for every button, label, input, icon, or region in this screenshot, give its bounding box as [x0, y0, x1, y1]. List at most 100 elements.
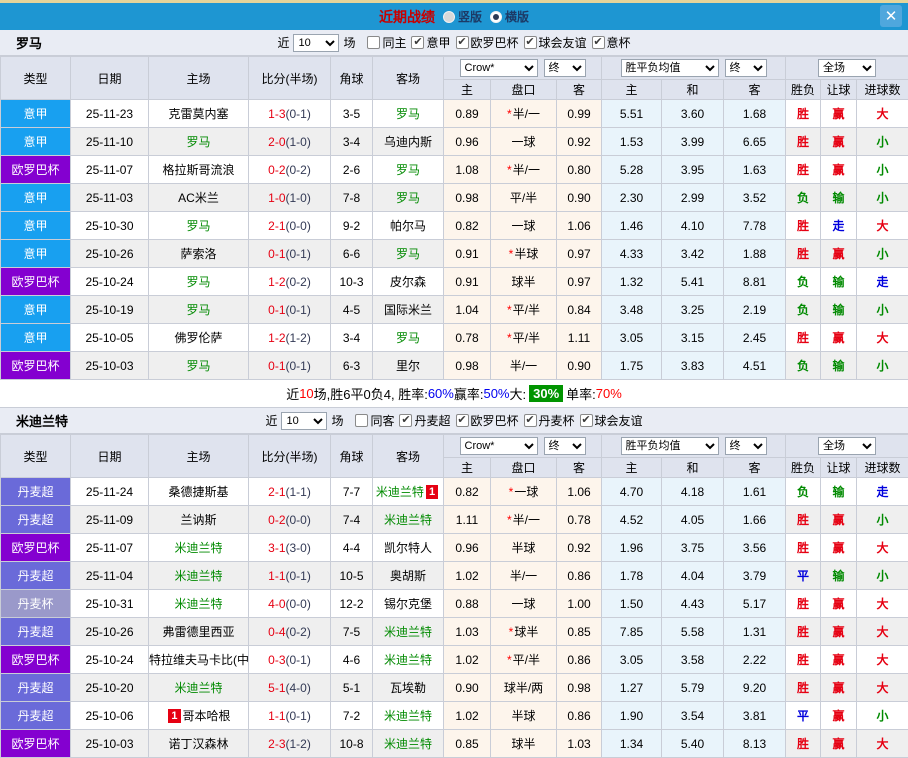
away-odds-cell: 1.06: [557, 212, 602, 240]
match-date-cell: 25-10-19: [71, 296, 149, 324]
league-filter-checkbox[interactable]: ✔欧罗巴杯: [456, 34, 519, 51]
league-type-cell: 意甲: [1, 240, 71, 268]
league-type-cell: 意甲: [1, 324, 71, 352]
handicap-cell: *平/半: [491, 324, 557, 352]
handicap-cell: 球半: [491, 268, 557, 296]
away-odds-cell: 0.97: [557, 268, 602, 296]
away-odds-cell: 1.11: [557, 324, 602, 352]
home-team-cell: 兰讷斯: [149, 506, 249, 534]
avg-type-select[interactable]: 胜平负均值: [621, 59, 719, 77]
home-odds-cell: 0.89: [444, 100, 491, 128]
match-count-select[interactable]: 10: [281, 412, 327, 430]
league-filter-checkbox[interactable]: ✔球会友谊: [580, 412, 643, 429]
let-ball-cell: 赢: [821, 506, 857, 534]
avg-draw-cell: 5.41: [662, 268, 724, 296]
league-filter-checkbox[interactable]: 同主: [367, 34, 406, 51]
away-odds-cell: 0.92: [557, 534, 602, 562]
corners-cell: 4-6: [331, 646, 373, 674]
avg-draw-cell: 4.05: [662, 506, 724, 534]
away-team-cell: 帕尔马: [373, 212, 444, 240]
col-avg-away: 客: [724, 80, 786, 100]
home-team-cell: 弗雷德里西亚: [149, 618, 249, 646]
results-table: 类型日期主场比分(半场)角球客场Crow*终胜平负均值终全场主盘口客主和客胜负让…: [0, 56, 908, 380]
halftime-score: (0-2): [286, 163, 311, 177]
odds-company-select[interactable]: Crow*: [460, 437, 538, 455]
col-result: 胜负: [786, 80, 821, 100]
away-odds-cell: 0.90: [557, 184, 602, 212]
away-team-cell: 罗马: [373, 184, 444, 212]
odds-company-select[interactable]: Crow*: [460, 59, 538, 77]
match-count-select[interactable]: 10: [293, 34, 339, 52]
team-name: 罗马: [16, 33, 42, 52]
checkbox-checked-icon: ✔: [411, 36, 424, 49]
rank-badge: 1: [168, 709, 180, 723]
col-avg-away: 客: [724, 458, 786, 478]
col-odds-away: 客: [557, 458, 602, 478]
match-date-cell: 25-10-26: [71, 618, 149, 646]
league-filter-label: 同客: [370, 412, 394, 429]
close-button[interactable]: ✕: [880, 5, 902, 27]
checkbox-checked-icon: ✔: [524, 414, 537, 427]
avg-home-cell: 1.32: [602, 268, 662, 296]
summary-part: 赢率:: [454, 384, 484, 403]
league-filter-checkbox[interactable]: ✔丹麦杯: [524, 412, 575, 429]
handicap-cell: *平/半: [491, 646, 557, 674]
score-cell: 2-0(1-0): [249, 128, 331, 156]
handicap-text: 平/半: [513, 303, 540, 317]
scope-select[interactable]: 全场: [818, 437, 876, 455]
league-filter-checkbox[interactable]: ✔球会友谊: [524, 34, 587, 51]
fulltime-score: 1-1: [268, 569, 285, 583]
avg-home-cell: 1.46: [602, 212, 662, 240]
handicap-text: 球半: [511, 737, 535, 751]
handicap-text: 球半/两: [504, 681, 543, 695]
handicap-star: *: [509, 485, 514, 499]
avg-state-select[interactable]: 终: [725, 437, 767, 455]
corners-cell: 6-6: [331, 240, 373, 268]
goals-cell: 大: [857, 100, 908, 128]
away-team-name: 锡尔克堡: [384, 597, 432, 611]
league-filter-checkbox[interactable]: ✔意甲: [411, 34, 450, 51]
home-odds-cell: 0.90: [444, 674, 491, 702]
league-filter-checkbox[interactable]: ✔意杯: [592, 34, 631, 51]
avg-state-select[interactable]: 终: [725, 59, 767, 77]
league-type-cell: 欧罗巴杯: [1, 534, 71, 562]
avg-type-select[interactable]: 胜平负均值: [621, 437, 719, 455]
away-odds-cell: 1.00: [557, 590, 602, 618]
col-away: 客场: [373, 435, 444, 478]
away-team-name: 罗马: [396, 107, 420, 121]
odds-state-select[interactable]: 终: [544, 437, 586, 455]
home-team-cell: 米迪兰特: [149, 562, 249, 590]
league-type-cell: 丹麦超: [1, 562, 71, 590]
league-type-cell: 丹麦超: [1, 674, 71, 702]
away-team-name: 里尔: [396, 359, 420, 373]
handicap-cell: 球半/两: [491, 674, 557, 702]
result-cell: 胜: [786, 324, 821, 352]
radio-vertical-label: 竖版: [458, 8, 482, 25]
league-type-cell: 意甲: [1, 100, 71, 128]
let-ball-cell: 输: [821, 268, 857, 296]
home-team-name: 格拉斯哥流浪: [162, 163, 234, 177]
away-team-name: 皮尔森: [390, 275, 426, 289]
league-filter-checkbox[interactable]: ✔欧罗巴杯: [456, 412, 519, 429]
away-team-cell: 米迪兰特: [373, 646, 444, 674]
league-filter-checkbox[interactable]: 同客: [355, 412, 394, 429]
handicap-text: 一球: [511, 219, 535, 233]
let-ball-cell: 走: [821, 212, 857, 240]
avg-away-cell: 1.31: [724, 618, 786, 646]
col-score: 比分(半场): [249, 435, 331, 478]
avg-home-cell: 1.75: [602, 352, 662, 380]
result-cell: 胜: [786, 212, 821, 240]
corners-cell: 2-6: [331, 156, 373, 184]
odds-state-select[interactable]: 终: [544, 59, 586, 77]
layout-radio-horizontal[interactable]: 横版: [490, 8, 529, 25]
away-odds-cell: 0.86: [557, 702, 602, 730]
summary-part: 单率:: [566, 384, 596, 403]
scope-select[interactable]: 全场: [818, 59, 876, 77]
near-label: 近: [277, 34, 289, 51]
handicap-text: 半/一: [513, 513, 540, 527]
league-filter-checkbox[interactable]: ✔丹麦超: [399, 412, 450, 429]
fulltime-score: 2-1: [268, 485, 285, 499]
layout-radio-vertical[interactable]: 竖版: [443, 8, 482, 25]
home-odds-cell: 0.88: [444, 590, 491, 618]
away-team-name: 米迪兰特: [376, 485, 424, 499]
